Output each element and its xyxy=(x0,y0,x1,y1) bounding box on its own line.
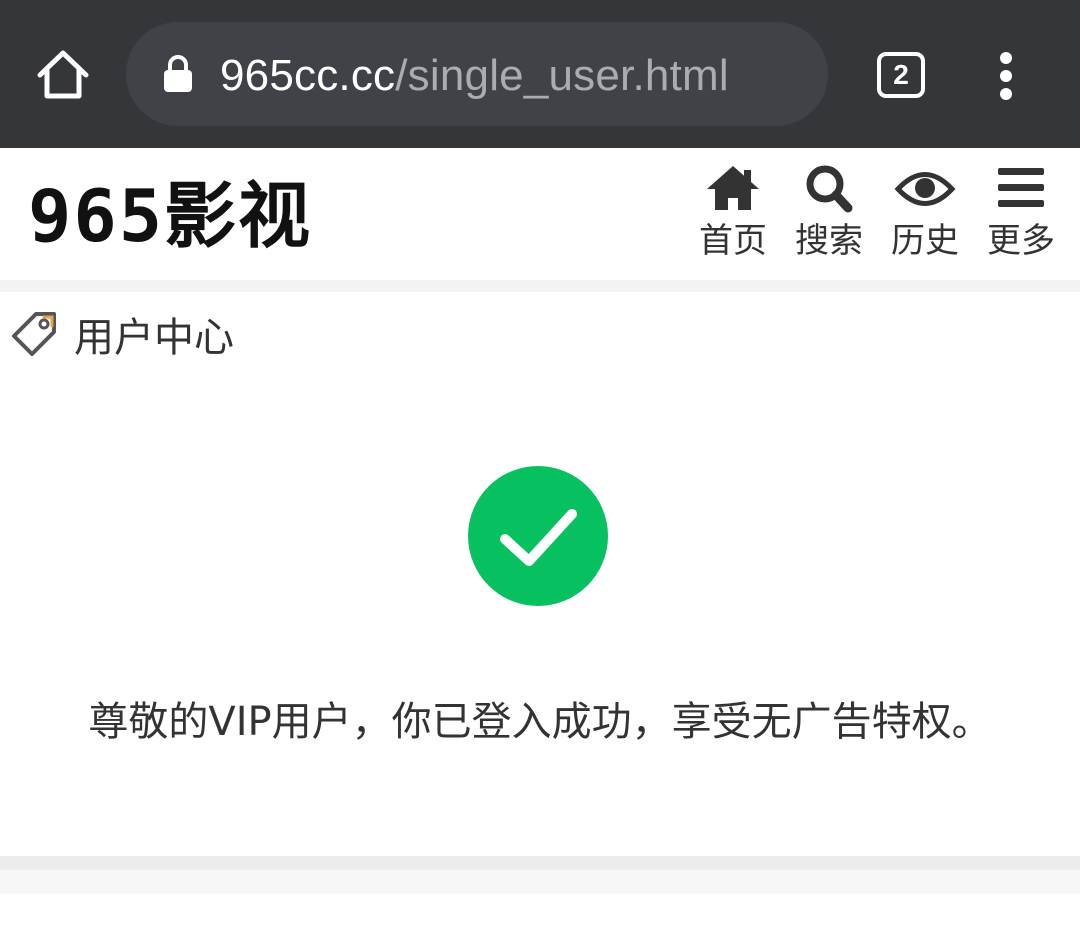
home-icon xyxy=(707,166,759,210)
header-separator xyxy=(0,280,1080,292)
more-vert-icon[interactable] xyxy=(990,52,1022,100)
tag-icon xyxy=(12,312,56,356)
menu-icon xyxy=(998,168,1044,207)
success-message: 尊敬的VIP用户，你已登入成功，享受无广告特权。 xyxy=(88,699,992,745)
site-header: 965影视 首页 搜索 历史 更多 xyxy=(0,148,1080,280)
nav-item-home[interactable]: 首页 xyxy=(688,148,778,280)
nav-label: 历史 xyxy=(891,221,959,261)
url-host: 965cc.cc xyxy=(220,51,396,100)
eye-icon xyxy=(894,172,956,206)
nav-item-search[interactable]: 搜索 xyxy=(784,148,874,280)
content-divider xyxy=(0,856,1080,870)
nav-label: 更多 xyxy=(987,221,1055,261)
footer-strip xyxy=(0,870,1080,894)
nav-item-more[interactable]: 更多 xyxy=(976,148,1066,280)
lock-icon xyxy=(164,55,192,92)
nav-label: 搜索 xyxy=(795,221,863,261)
success-check-icon xyxy=(468,466,608,606)
section-header: 用户中心 xyxy=(0,292,1080,382)
section-title: 用户中心 xyxy=(74,315,234,361)
url-path: /single_user.html xyxy=(395,51,729,100)
url-text[interactable]: 965cc.cc/single_user.html xyxy=(220,44,729,108)
nav-item-history[interactable]: 历史 xyxy=(880,148,970,280)
home-icon[interactable] xyxy=(34,46,92,104)
search-icon xyxy=(806,165,853,213)
nav-label: 首页 xyxy=(699,221,767,261)
site-logo[interactable]: 965影视 xyxy=(28,176,312,256)
browser-toolbar: 965cc.cc/single_user.html 2 xyxy=(0,0,1080,148)
tab-switcher-button[interactable]: 2 xyxy=(877,52,925,98)
